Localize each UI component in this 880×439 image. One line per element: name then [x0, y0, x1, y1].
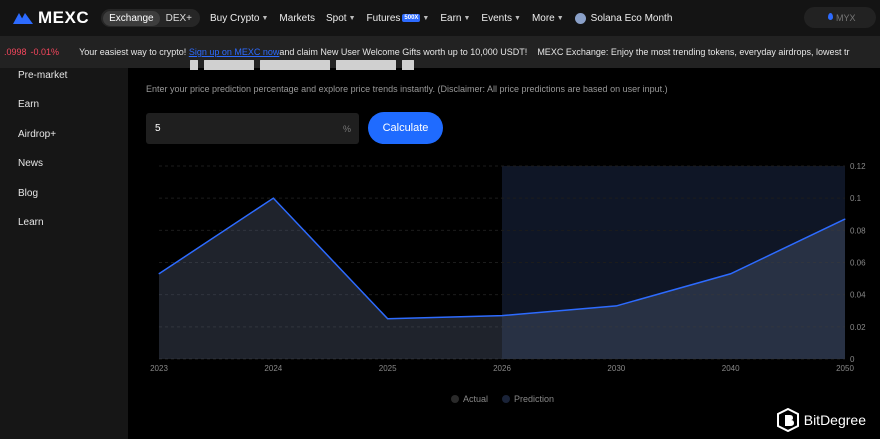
- data-point: [501, 315, 503, 317]
- y-tick-label: 0.08: [850, 226, 866, 235]
- x-tick-label: 2050: [836, 364, 854, 373]
- y-tick-label: 0.12: [850, 162, 866, 171]
- legend-actual[interactable]: Actual: [451, 394, 488, 404]
- data-point: [730, 273, 732, 275]
- y-tick-label: 0.1: [850, 194, 862, 203]
- legend-actual-swatch: [451, 395, 459, 403]
- legend-prediction[interactable]: Prediction: [502, 394, 554, 404]
- legend-prediction-swatch: [502, 395, 511, 403]
- x-tick-label: 2040: [722, 364, 740, 373]
- y-tick-label: 0.02: [850, 323, 866, 332]
- x-tick-label: 2030: [607, 364, 625, 373]
- data-point: [158, 273, 160, 275]
- x-tick-label: 2025: [379, 364, 397, 373]
- x-tick-label: 2023: [150, 364, 168, 373]
- y-tick-label: 0: [850, 355, 855, 364]
- data-point: [272, 197, 274, 199]
- bitdegree-logo-icon: [776, 408, 799, 432]
- chart-legend: Actual Prediction: [451, 394, 568, 404]
- data-point: [615, 305, 617, 307]
- data-point: [844, 218, 846, 220]
- y-tick-label: 0.06: [850, 259, 866, 268]
- data-point: [387, 318, 389, 320]
- price-prediction-chart: 0.12 0.1 0.08 0.06 0.04 0.02 0 2023 2024 2025 2026…: [150, 162, 866, 373]
- y-tick-label: 0.04: [850, 291, 866, 300]
- x-tick-label: 2024: [264, 364, 282, 373]
- x-tick-label: 2026: [493, 364, 511, 373]
- bitdegree-text: BitDegree: [803, 412, 866, 428]
- bitdegree-watermark: BitDegree: [776, 408, 866, 432]
